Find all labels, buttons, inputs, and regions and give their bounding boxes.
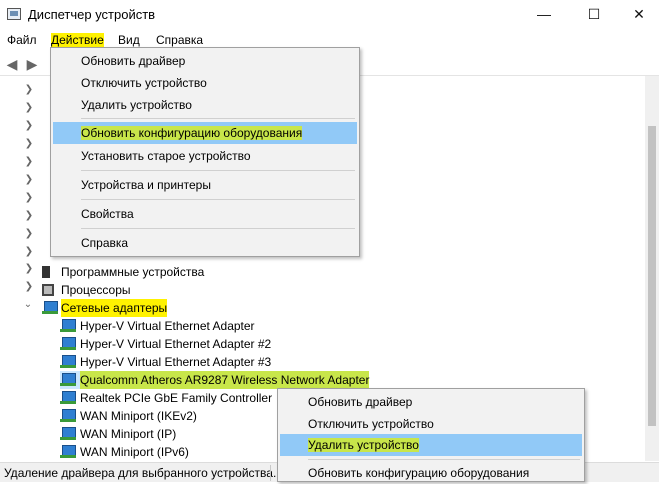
menu-item-devices-printers[interactable]: Устройства и принтеры bbox=[53, 174, 357, 196]
network-adapter-icon bbox=[60, 409, 76, 423]
chevron-right-icon[interactable]: ❯ bbox=[24, 138, 34, 156]
action-menu: Обновить драйвер Отключить устройство Уд… bbox=[50, 47, 360, 257]
menu-separator bbox=[81, 118, 355, 119]
chevron-right-icon[interactable]: ❯ bbox=[24, 281, 34, 299]
close-icon[interactable]: ✕ bbox=[616, 0, 659, 30]
context-menu: Обновить драйвер Отключить устройство Уд… bbox=[277, 388, 585, 482]
menu-view[interactable]: Вид bbox=[118, 33, 140, 47]
chevron-right-icon[interactable]: ❯ bbox=[24, 246, 34, 264]
tree-item-adapter-selected[interactable]: Qualcomm Atheros AR9287 Wireless Network… bbox=[60, 371, 370, 389]
software-device-icon bbox=[42, 266, 50, 278]
network-adapter-icon bbox=[60, 445, 76, 459]
chevron-right-icon[interactable]: ❯ bbox=[24, 84, 34, 102]
adapter-label: Qualcomm Atheros AR9287 Wireless Network… bbox=[80, 371, 370, 389]
ctx-item-update-driver[interactable]: Обновить драйвер bbox=[280, 391, 582, 413]
adapter-label: Hyper-V Virtual Ethernet Adapter #2 bbox=[80, 337, 272, 351]
menu-item-uninstall-device[interactable]: Удалить устройство bbox=[53, 94, 357, 116]
menu-separator bbox=[81, 170, 355, 171]
tree-item-label: Процессоры bbox=[61, 283, 131, 297]
processor-icon bbox=[42, 284, 54, 296]
network-adapter-icon bbox=[60, 355, 76, 369]
menu-item-update-driver[interactable]: Обновить драйвер bbox=[53, 50, 357, 72]
network-adapter-icon bbox=[42, 301, 58, 315]
ctx-item-scan-hardware[interactable]: Обновить конфигурацию оборудования bbox=[280, 462, 582, 484]
menu-item-add-legacy[interactable]: Установить старое устройство bbox=[53, 145, 357, 167]
network-adapter-icon bbox=[60, 373, 76, 387]
menu-separator bbox=[81, 199, 355, 200]
network-adapter-icon bbox=[60, 319, 76, 333]
menu-item-scan-hardware[interactable]: Обновить конфигурацию оборудования bbox=[53, 122, 357, 144]
adapter-label: Realtek PCIe GbE Family Controller bbox=[80, 391, 273, 405]
vertical-scrollbar[interactable] bbox=[645, 76, 659, 461]
network-adapter-icon bbox=[60, 391, 76, 405]
title-bar: Диспетчер устройств — ☐ ✕ bbox=[0, 0, 659, 30]
chevron-right-icon[interactable]: ❯ bbox=[24, 174, 34, 192]
adapter-label: WAN Miniport (IP) bbox=[80, 427, 177, 441]
adapter-label: WAN Miniport (IKEv2) bbox=[80, 409, 197, 423]
window-title: Диспетчер устройств bbox=[28, 7, 156, 22]
network-adapter-icon bbox=[60, 337, 76, 351]
ctx-item-disable-device[interactable]: Отключить устройство bbox=[280, 413, 582, 435]
menu-action[interactable]: Действие bbox=[51, 33, 104, 47]
status-text: Удаление драйвера для выбранного устройс… bbox=[4, 466, 277, 480]
adapter-label: Hyper-V Virtual Ethernet Adapter #3 bbox=[80, 355, 272, 369]
menu-item-label: Обновить конфигурацию оборудования bbox=[81, 126, 303, 140]
adapter-label: Hyper-V Virtual Ethernet Adapter bbox=[80, 319, 255, 333]
back-arrow-icon[interactable]: ◀ bbox=[4, 56, 20, 72]
app-icon bbox=[7, 8, 21, 20]
status-divider bbox=[270, 465, 271, 481]
menu-item-disable-device[interactable]: Отключить устройство bbox=[53, 72, 357, 94]
maximize-icon[interactable]: ☐ bbox=[571, 0, 617, 30]
chevron-right-icon[interactable]: ❯ bbox=[24, 192, 34, 210]
chevron-right-icon[interactable]: ❯ bbox=[24, 120, 34, 138]
chevron-right-icon[interactable]: ❯ bbox=[24, 156, 34, 174]
menu-file[interactable]: Файл bbox=[7, 33, 37, 47]
network-adapter-icon bbox=[60, 427, 76, 441]
minimize-icon[interactable]: — bbox=[521, 0, 567, 30]
chevron-down-icon[interactable]: ⌄ bbox=[23, 299, 33, 317]
menu-item-label: Удалить устройство bbox=[308, 438, 419, 452]
chevron-right-icon[interactable]: ❯ bbox=[24, 102, 34, 120]
chevron-right-icon[interactable]: ❯ bbox=[24, 263, 34, 281]
chevron-right-icon[interactable]: ❯ bbox=[24, 228, 34, 246]
ctx-item-uninstall-device[interactable]: Удалить устройство bbox=[280, 434, 582, 456]
adapter-label: WAN Miniport (IPv6) bbox=[80, 445, 189, 459]
menu-item-help[interactable]: Справка bbox=[53, 232, 357, 254]
menu-separator bbox=[81, 228, 355, 229]
menu-separator bbox=[308, 459, 580, 460]
tree-item-label: Сетевые адаптеры bbox=[61, 299, 168, 317]
tree-item-label: Программные устройства bbox=[61, 265, 205, 279]
chevron-right-icon[interactable]: ❯ bbox=[24, 210, 34, 228]
menu-help[interactable]: Справка bbox=[156, 33, 203, 47]
scrollbar-thumb[interactable] bbox=[648, 126, 656, 426]
menu-item-properties[interactable]: Свойства bbox=[53, 203, 357, 225]
forward-arrow-icon[interactable]: ▶ bbox=[24, 56, 40, 72]
